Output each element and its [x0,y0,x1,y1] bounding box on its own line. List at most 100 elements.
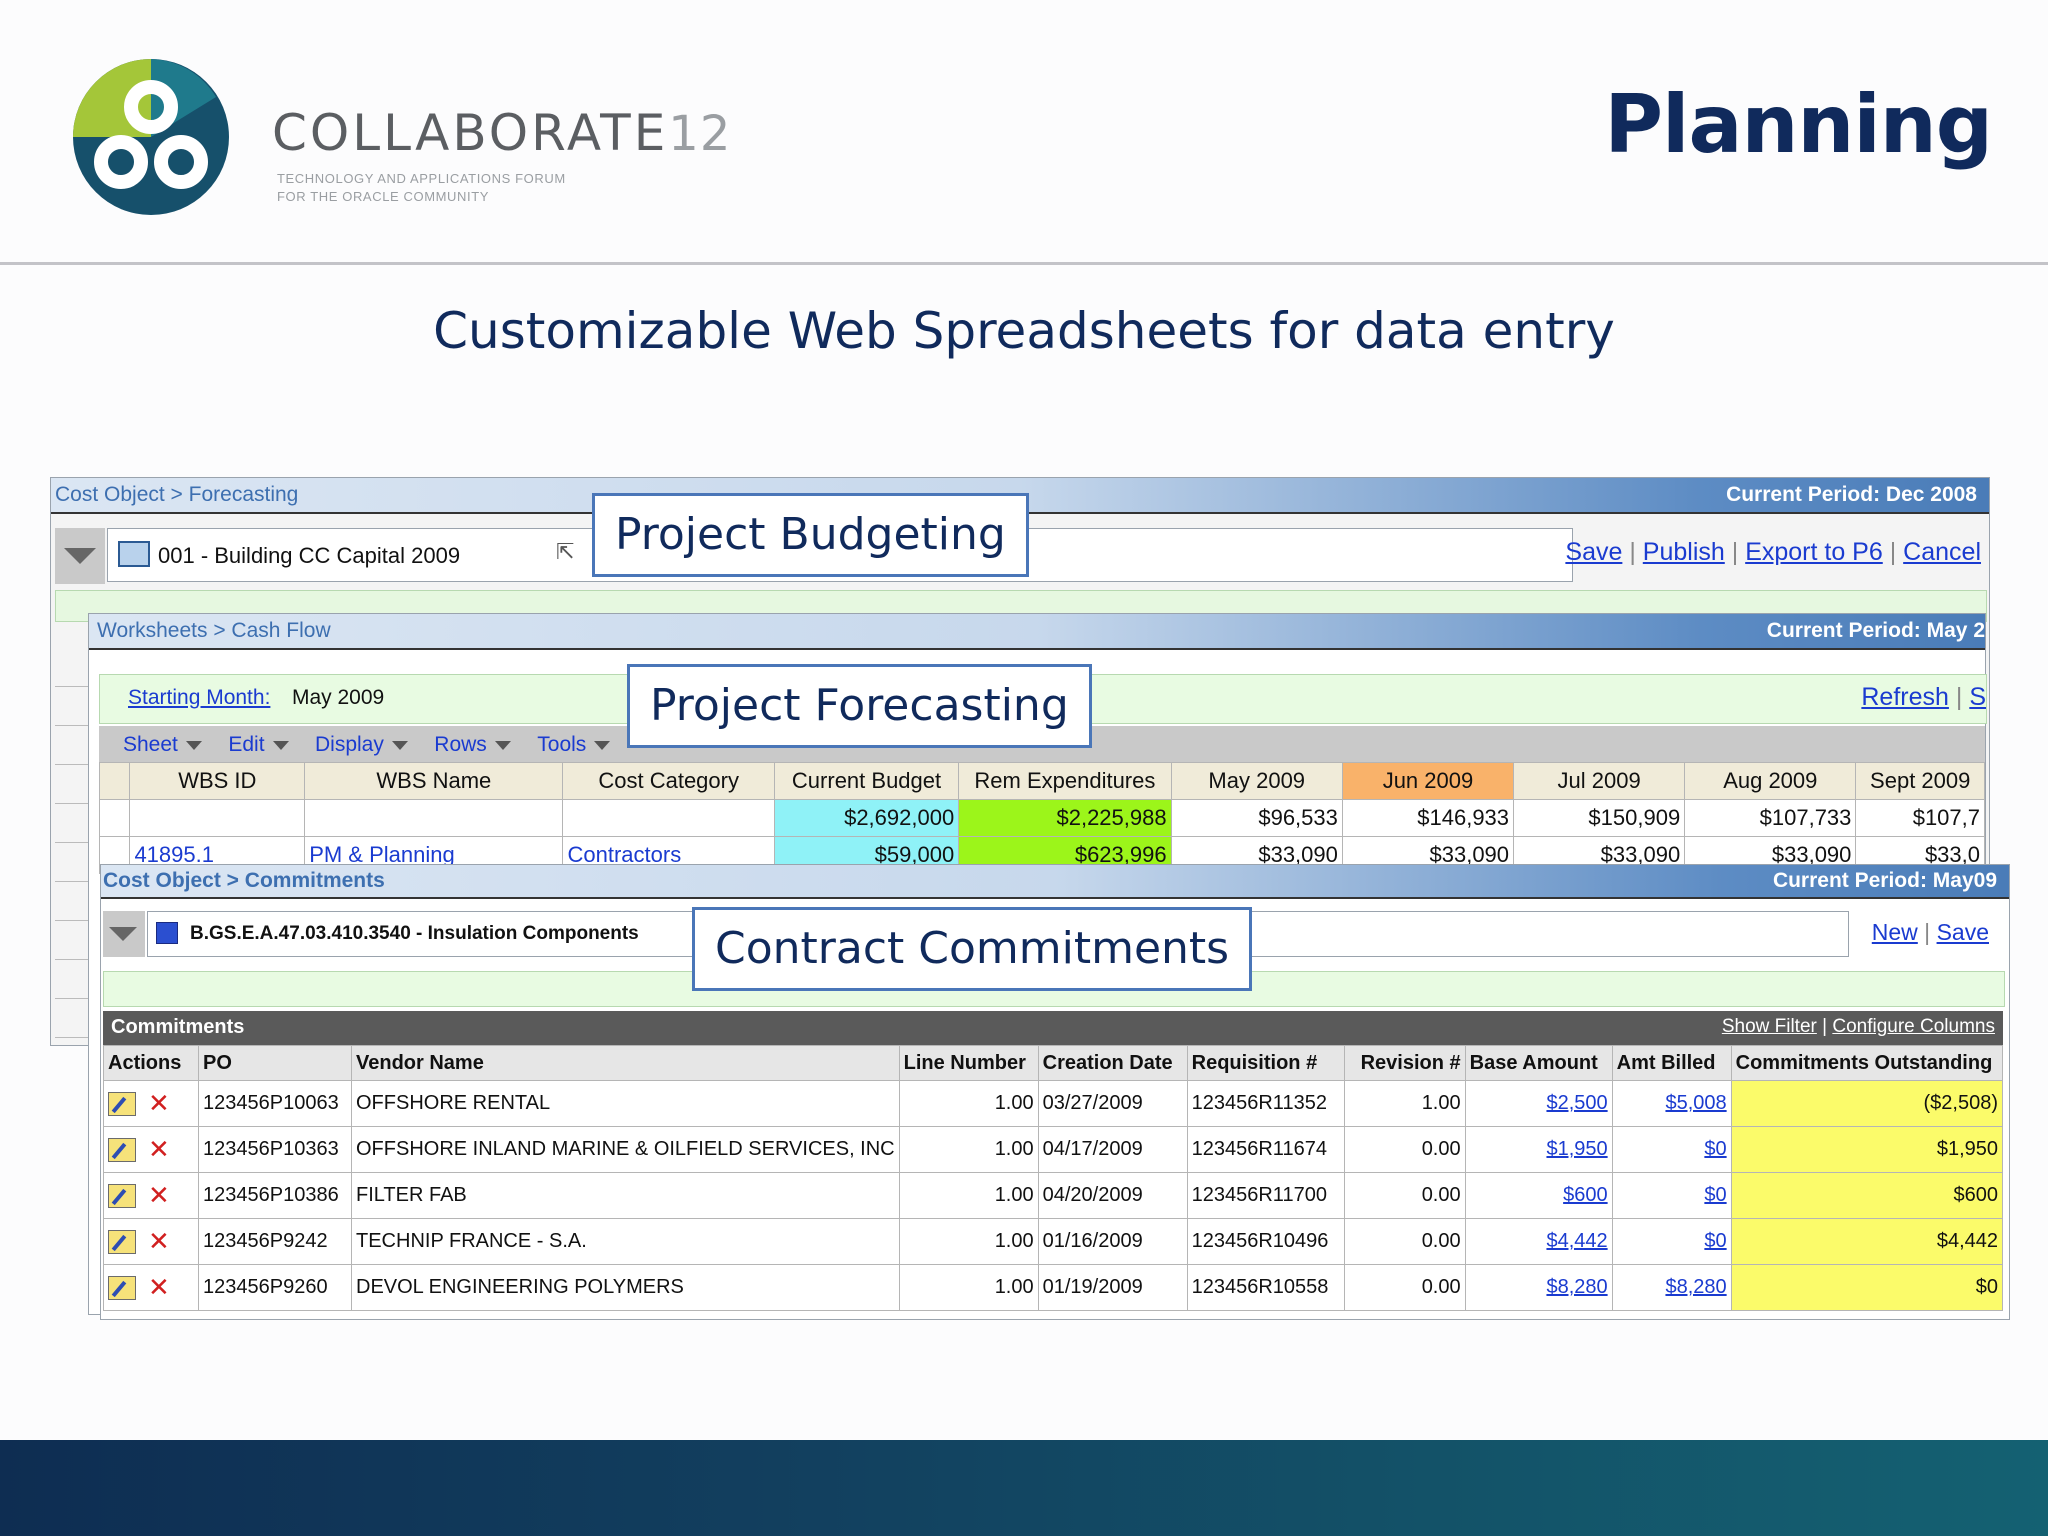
col-requisition[interactable]: Requisition # [1186,1045,1345,1081]
creation-date-cell: 01/19/2009 [1037,1264,1188,1311]
export-to-p6-link[interactable]: Export to P6 [1745,538,1883,566]
total-jun: $146,933 [1341,799,1515,837]
col-wbs-id[interactable]: WBS ID [129,762,306,800]
brand-name: COLLABORATE12 [272,104,732,162]
brand-number: 12 [668,106,732,162]
col-rem-expenditures[interactable]: Rem Expenditures [958,762,1172,800]
cost-object-icon [156,922,178,944]
configure-columns-link[interactable]: Configure Columns [1832,1016,1995,1037]
base-amount-link[interactable]: $1,950 [1546,1138,1607,1160]
base-amount-link[interactable]: $8,280 [1546,1276,1607,1298]
commitments-header-row: Actions PO Vendor Name Line Number Creat… [103,1045,2004,1081]
amt-billed-link[interactable]: $8,280 [1665,1276,1726,1298]
total-aug: $107,733 [1684,799,1857,837]
amt-billed-link[interactable]: $0 [1704,1184,1726,1206]
col-vendor-name[interactable]: Vendor Name [351,1045,900,1081]
chevron-down-icon [109,927,137,941]
budget-object-name[interactable]: 001 - Building CC Capital 2009 [158,543,460,569]
menu-sheet[interactable]: Sheet [123,733,202,756]
col-commitments-outstanding[interactable]: Commitments Outstanding [1730,1045,2004,1081]
po-cell: 123456P9242 [198,1218,352,1265]
edit-icon[interactable] [108,1183,136,1208]
amt-billed-link[interactable]: $5,008 [1665,1092,1726,1114]
budget-left-rail [55,648,92,1038]
refresh-link[interactable]: Refresh [1861,683,1949,711]
dropdown-arrow-icon [494,740,511,750]
delete-icon[interactable]: ✕ [148,1272,170,1302]
cashflow-breadcrumb[interactable]: Worksheets > Cash Flow [97,619,331,643]
col-current-budget[interactable]: Current Budget [773,762,960,800]
commitments-panel-header: Commitments Show Filter | Configure Colu… [103,1011,2003,1045]
vendor-cell: FILTER FAB [351,1172,900,1219]
amt-billed-link[interactable]: $0 [1704,1230,1726,1252]
edit-icon[interactable] [108,1229,136,1254]
commitments-panel-title: Commitments [111,1016,245,1038]
commitments-object-name[interactable]: B.GS.E.A.47.03.410.3540 - Insulation Com… [190,923,639,945]
dropdown-arrow-icon [272,740,289,750]
col-sept-2009[interactable]: Sept 2009 [1855,762,1985,800]
starting-month-value: May 2009 [292,686,385,709]
total-jul: $150,909 [1513,799,1686,837]
col-may-2009[interactable]: May 2009 [1170,762,1343,800]
external-link-icon[interactable]: ⇱ [556,539,574,565]
commitments-save-link[interactable]: Save [1937,919,1989,945]
save-link[interactable]: Save [1565,538,1622,566]
collaborate-logo-icon [73,59,229,215]
col-amt-billed[interactable]: Amt Billed [1611,1045,1732,1081]
menu-tools[interactable]: Tools [537,733,611,756]
show-filter-link[interactable]: Show Filter [1722,1016,1817,1037]
total-may: $96,533 [1170,799,1343,837]
col-revision[interactable]: Revision # [1343,1045,1466,1081]
total-sept: $107,7 [1855,799,1985,837]
col-creation-date[interactable]: Creation Date [1037,1045,1188,1081]
col-jul-2009[interactable]: Jul 2009 [1513,762,1686,800]
creation-date-cell: 03/27/2009 [1037,1080,1188,1127]
col-cost-category[interactable]: Cost Category [562,762,775,800]
budget-breadcrumb[interactable]: Cost Object > Forecasting [55,483,298,507]
total-rem-expenditures: $2,225,988 [958,799,1172,837]
vendor-cell: TECHNIP FRANCE - S.A. [351,1218,900,1265]
menu-rows[interactable]: Rows [434,733,511,756]
edit-icon[interactable] [108,1091,136,1116]
delete-icon[interactable]: ✕ [148,1088,170,1118]
publish-link[interactable]: Publish [1643,538,1725,566]
delete-icon[interactable]: ✕ [148,1180,170,1210]
col-aug-2009[interactable]: Aug 2009 [1684,762,1857,800]
vendor-cell: DEVOL ENGINEERING POLYMERS [351,1264,900,1311]
col-po[interactable]: PO [198,1045,352,1081]
revision-cell: 1.00 [1343,1080,1466,1127]
cancel-link[interactable]: Cancel [1903,538,1981,566]
table-row: ✕ 123456P10363 OFFSHORE INLAND MARINE & … [103,1126,2004,1173]
delete-icon[interactable]: ✕ [148,1226,170,1256]
cashflow-save-link[interactable]: S [1969,683,1986,711]
commitments-breadcrumb[interactable]: Cost Object > Commitments [103,869,385,893]
new-link[interactable]: New [1872,919,1918,945]
po-cell: 123456P9260 [198,1264,352,1311]
base-amount-link[interactable]: $600 [1563,1184,1608,1206]
menu-display[interactable]: Display [315,733,408,756]
col-base-amount[interactable]: Base Amount [1464,1045,1613,1081]
commitments-collapse-toggle[interactable] [103,911,145,957]
tagline-line1: TECHNOLOGY AND APPLICATIONS FORUM [277,171,566,186]
delete-icon[interactable]: ✕ [148,1134,170,1164]
dropdown-arrow-icon [185,740,202,750]
line-number-cell: 1.00 [898,1218,1039,1265]
col-wbs-name[interactable]: WBS Name [304,762,564,800]
po-cell: 123456P10386 [198,1172,352,1219]
requisition-cell: 123456R10558 [1186,1264,1345,1311]
col-jun-2009[interactable]: Jun 2009 [1341,762,1515,800]
col-line-number[interactable]: Line Number [898,1045,1039,1081]
amt-billed-link[interactable]: $0 [1704,1138,1726,1160]
menu-edit[interactable]: Edit [228,733,289,756]
revision-cell: 0.00 [1343,1172,1466,1219]
starting-month-link[interactable]: Starting Month: [128,686,270,710]
commitments-titlebar: Cost Object > Commitments Current Period… [101,865,2009,899]
folder-icon [118,541,150,567]
budget-collapse-toggle[interactable] [55,528,105,584]
base-amount-link[interactable]: $2,500 [1546,1092,1607,1114]
outstanding-cell: $4,442 [1730,1218,2004,1265]
table-row: ✕ 123456P9242 TECHNIP FRANCE - S.A. 1.00… [103,1218,2004,1265]
edit-icon[interactable] [108,1137,136,1162]
base-amount-link[interactable]: $4,442 [1546,1230,1607,1252]
edit-icon[interactable] [108,1275,136,1300]
